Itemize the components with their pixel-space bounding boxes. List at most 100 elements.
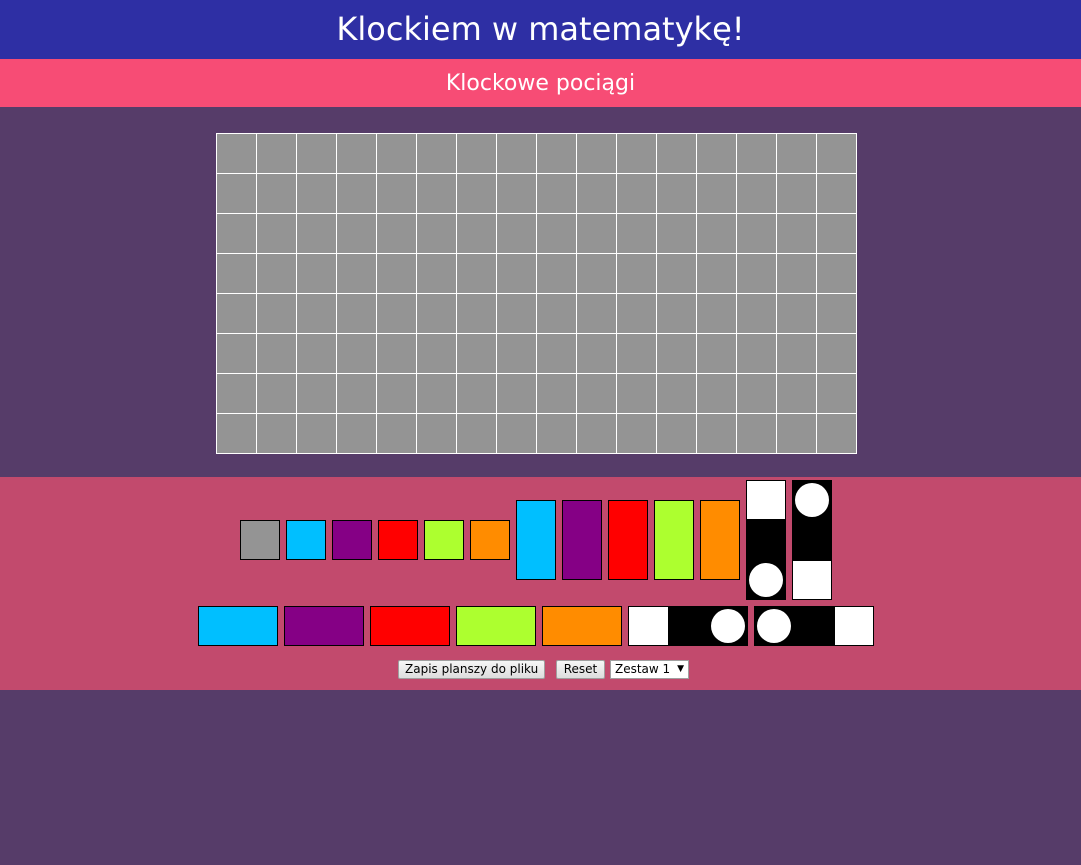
block-1x1[interactable] [424,520,464,560]
block-2x1-horizontal[interactable] [370,606,450,646]
board-cell[interactable] [417,414,457,454]
block-1x2-vertical[interactable] [516,500,556,580]
board-cell[interactable] [617,214,657,254]
board-cell[interactable] [657,134,697,174]
board-cell[interactable] [697,214,737,254]
board-cell[interactable] [577,334,617,374]
board-cell[interactable] [217,134,257,174]
board-cell[interactable] [537,254,577,294]
board-cell[interactable] [497,174,537,214]
board-cell[interactable] [217,334,257,374]
board-cell[interactable] [537,334,577,374]
set-select[interactable]: Zestaw 1 ▼ [610,660,689,679]
board-cell[interactable] [617,254,657,294]
board-cell[interactable] [657,254,697,294]
board-cell[interactable] [337,254,377,294]
block-1x1[interactable] [240,520,280,560]
board-cell[interactable] [657,294,697,334]
vertical-domino-dot-bottom[interactable] [746,480,786,600]
board-cell[interactable] [417,374,457,414]
board-cell[interactable] [297,334,337,374]
board-cell[interactable] [577,414,617,454]
board-cell[interactable] [577,374,617,414]
board-cell[interactable] [337,374,377,414]
board-cell[interactable] [257,254,297,294]
board-cell[interactable] [297,214,337,254]
board-cell[interactable] [497,134,537,174]
board-cell[interactable] [417,174,457,214]
board-cell[interactable] [577,134,617,174]
board-cell[interactable] [817,334,857,374]
board-cell[interactable] [497,334,537,374]
block-2x1-horizontal[interactable] [542,606,622,646]
board-cell[interactable] [817,374,857,414]
board-cell[interactable] [377,134,417,174]
board-cell[interactable] [377,174,417,214]
board-cell[interactable] [297,294,337,334]
board-cell[interactable] [577,294,617,334]
board-cell[interactable] [817,414,857,454]
board-cell[interactable] [777,334,817,374]
board-cell[interactable] [457,374,497,414]
board-cell[interactable] [297,174,337,214]
board-cell[interactable] [337,414,377,454]
game-board[interactable] [216,133,857,454]
board-cell[interactable] [257,334,297,374]
board-cell[interactable] [377,254,417,294]
board-cell[interactable] [337,294,377,334]
board-cell[interactable] [377,334,417,374]
save-board-button[interactable]: Zapis planszy do pliku [398,660,545,679]
block-1x1[interactable] [470,520,510,560]
board-cell[interactable] [337,134,377,174]
board-cell[interactable] [257,174,297,214]
board-cell[interactable] [617,134,657,174]
block-2x1-horizontal[interactable] [284,606,364,646]
board-cell[interactable] [737,214,777,254]
vertical-domino-dot-top[interactable] [792,480,832,600]
board-cell[interactable] [417,254,457,294]
board-cell[interactable] [537,214,577,254]
block-1x2-vertical[interactable] [562,500,602,580]
board-cell[interactable] [817,174,857,214]
board-cell[interactable] [457,414,497,454]
board-cell[interactable] [537,134,577,174]
board-cell[interactable] [817,254,857,294]
board-cell[interactable] [737,254,777,294]
board-cell[interactable] [377,214,417,254]
board-cell[interactable] [457,294,497,334]
board-cell[interactable] [537,414,577,454]
board-cell[interactable] [817,214,857,254]
board-cell[interactable] [777,254,817,294]
board-cell[interactable] [337,334,377,374]
board-cell[interactable] [617,374,657,414]
board-cell[interactable] [697,174,737,214]
board-cell[interactable] [457,214,497,254]
block-2x1-horizontal[interactable] [198,606,278,646]
horizontal-domino-dot-left[interactable] [754,606,874,646]
block-1x1[interactable] [378,520,418,560]
board-cell[interactable] [257,414,297,454]
board-cell[interactable] [457,174,497,214]
board-cell[interactable] [657,214,697,254]
board-cell[interactable] [457,334,497,374]
board-cell[interactable] [337,214,377,254]
board-cell[interactable] [697,374,737,414]
board-cell[interactable] [537,374,577,414]
board-cell[interactable] [417,134,457,174]
board-cell[interactable] [217,174,257,214]
board-cell[interactable] [457,254,497,294]
board-cell[interactable] [217,414,257,454]
board-cell[interactable] [737,134,777,174]
block-1x2-vertical[interactable] [700,500,740,580]
board-cell[interactable] [497,254,537,294]
board-cell[interactable] [337,174,377,214]
board-cell[interactable] [297,254,337,294]
board-cell[interactable] [617,174,657,214]
board-cell[interactable] [377,414,417,454]
board-cell[interactable] [777,214,817,254]
board-cell[interactable] [737,174,777,214]
board-cell[interactable] [817,134,857,174]
board-cell[interactable] [777,134,817,174]
board-cell[interactable] [737,294,777,334]
board-cell[interactable] [217,254,257,294]
